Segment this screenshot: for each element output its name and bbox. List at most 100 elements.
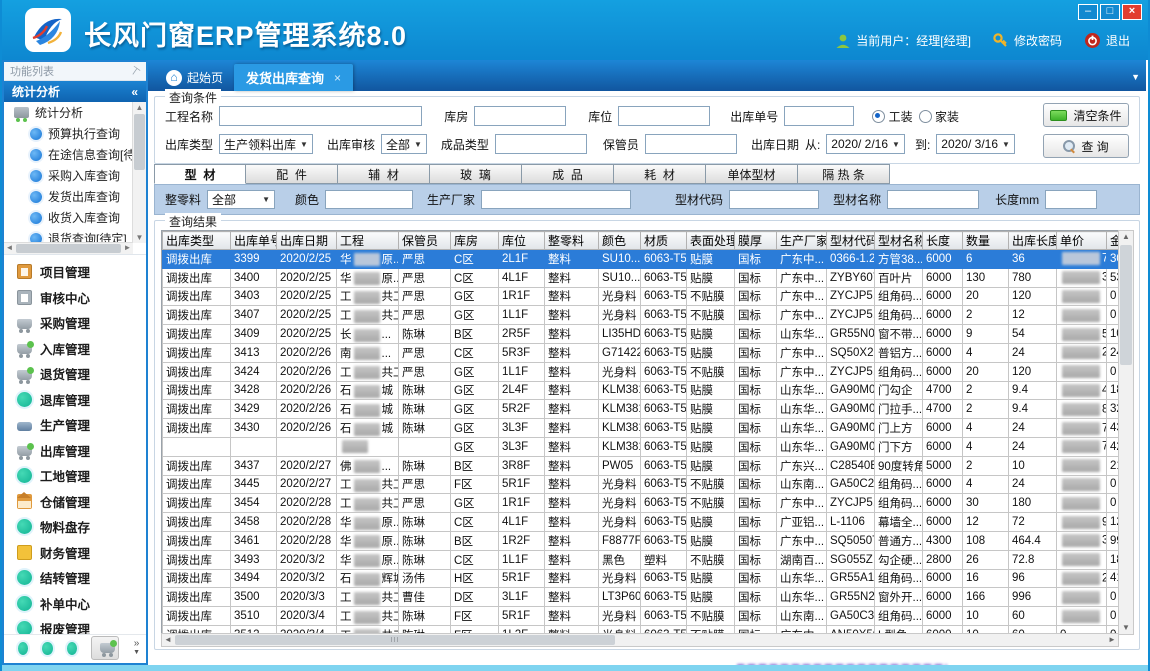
subtab-0[interactable]: 型 材 (154, 164, 246, 184)
tab-list-dropdown-icon[interactable]: ▼ (1131, 72, 1140, 82)
sidebar-menu-item-1[interactable]: 审核中心 (4, 285, 146, 311)
tree-vertical-scrollbar[interactable]: ▲ ▼ (132, 102, 146, 243)
column-header[interactable]: 数量 (963, 232, 1009, 250)
clear-conditions-button[interactable]: 清空条件 (1043, 103, 1129, 127)
project-name-input[interactable] (219, 106, 422, 126)
table-row[interactable]: 调拨出库34092020/2/25长...陈琳B区2R5F整料LI35HD606… (163, 325, 1120, 344)
subtab-3[interactable]: 玻 璃 (430, 164, 522, 184)
tree-item-2[interactable]: 采购入库查询 (4, 165, 133, 186)
table-row[interactable]: 调拨出库34032020/2/25工共工程严思G区1R1F整料光身料6063-T… (163, 287, 1120, 306)
column-header[interactable]: 库房 (451, 232, 499, 250)
logout-button[interactable]: 退出 (1084, 32, 1130, 49)
table-row[interactable]: 调拨出库34372020/2/27佛...陈琳B区3R8F整料PW056063-… (163, 456, 1120, 475)
radio-jiazhuang[interactable] (919, 110, 932, 123)
sidebar-menu-item-10[interactable]: 物料盘存 (4, 514, 146, 540)
scroll-thumb[interactable]: ΙΙΙ (175, 635, 615, 645)
table-row[interactable]: 调拨出库34612020/2/28华原...陈琳B区1R2F整料F8877FT6… (163, 531, 1120, 550)
column-header[interactable]: 单价 (1057, 232, 1107, 250)
tree-item-1[interactable]: 在途信息查询[待 (4, 144, 133, 165)
table-row[interactable]: 调拨出库34282020/2/26石城陈琳G区2L4F整料KLM38176063… (163, 381, 1120, 400)
tree-item-0[interactable]: 预算执行查询 (4, 123, 133, 144)
tab-home[interactable]: ⌂ 起始页 (154, 64, 235, 91)
table-row[interactable]: 调拨出库34072020/2/25工共工程严思G区1L1F整料光身料6063-T… (163, 306, 1120, 325)
color-input[interactable] (325, 190, 413, 209)
scroll-right-icon[interactable]: ► (1106, 634, 1118, 646)
sidebar-menu-item-2[interactable]: 采购管理 (4, 310, 146, 336)
column-header[interactable]: 整零料 (545, 232, 599, 250)
sidebar-menu-item-7[interactable]: 出库管理 (4, 438, 146, 464)
scroll-thumb[interactable] (134, 114, 145, 170)
table-row[interactable]: 调拨出库34002020/2/25华原...严思C区4L1F整料SU10...6… (163, 268, 1120, 287)
maximize-button[interactable]: □ (1100, 4, 1120, 20)
sidebar-menu-item-0[interactable]: 项目管理 (4, 259, 146, 285)
date-from-select[interactable]: 2020/ 2/16▼ (826, 134, 905, 154)
column-header[interactable]: 出库类型 (163, 232, 231, 250)
whole-part-select[interactable]: 全部▼ (207, 190, 275, 209)
stats-panel-header[interactable]: 统计分析 « (4, 81, 146, 102)
collapse-icon[interactable]: « (131, 85, 138, 99)
column-header[interactable]: 工程 (337, 232, 399, 250)
tab-shipment-query[interactable]: 发货出库查询 × (234, 64, 353, 91)
keeper-input[interactable] (645, 134, 737, 154)
close-button[interactable]: × (1122, 4, 1142, 20)
table-row[interactable]: 调拨出库35102020/3/4工共工程陈琳F区5R1F整料光身料6063-T5… (163, 607, 1120, 626)
maker-input[interactable] (481, 190, 631, 209)
minimize-button[interactable]: – (1078, 4, 1098, 20)
table-row[interactable]: 调拨出库34582020/2/28华原...陈琳C区4L1F整料光身料6063-… (163, 513, 1120, 532)
column-header[interactable]: 出库日期 (277, 232, 337, 250)
column-header[interactable]: 材质 (641, 232, 687, 250)
sidebar-menu-item-3[interactable]: 入库管理 (4, 336, 146, 362)
column-header[interactable]: 保管员 (399, 232, 451, 250)
table-row[interactable]: 调拨出库34132020/2/26南...严思C区5R3F整料G71422606… (163, 343, 1120, 362)
table-row[interactable]: 调拨出库33992020/2/25华原...严思C区2L1F整料SU10...6… (163, 250, 1120, 269)
table-row[interactable]: 调拨出库34452020/2/27工共工程严思F区5R1F整料光身料6063-T… (163, 475, 1120, 494)
out-no-input[interactable] (784, 106, 854, 126)
tree-item-3[interactable]: 发货出库查询 (4, 186, 133, 207)
sidebar-menu-item-11[interactable]: 财务管理 (4, 540, 146, 566)
pin-icon[interactable]: ⊤ (128, 63, 143, 79)
out-audit-select[interactable]: 全部▼ (381, 134, 427, 154)
out-type-select[interactable]: 生产领料出库▼ (219, 134, 313, 154)
table-row[interactable]: 调拨出库34302020/2/26石城陈琳G区3L3F整料KLM38176063… (163, 419, 1120, 438)
column-header[interactable]: 型材名称 (875, 232, 923, 250)
change-password-button[interactable]: 修改密码 (993, 32, 1062, 49)
column-header[interactable]: 颜色 (599, 232, 641, 250)
subtab-4[interactable]: 成 品 (522, 164, 614, 184)
tree-root[interactable]: 统计分析 (4, 102, 133, 123)
column-header[interactable]: 生产厂家 (777, 232, 827, 250)
sidebar-menu-item-12[interactable]: 结转管理 (4, 565, 146, 591)
scroll-thumb[interactable] (16, 244, 121, 253)
sidebar-menu-item-9[interactable]: 仓储管理 (4, 489, 146, 515)
column-header[interactable]: 出库长度 (1009, 232, 1057, 250)
tree-horizontal-scrollbar[interactable]: ◄ ► (4, 242, 133, 254)
code-input[interactable] (729, 190, 819, 209)
table-row[interactable]: 调拨出库34292020/2/26石城陈琳G区5R2F整料KLM38176063… (163, 400, 1120, 419)
location-input[interactable] (618, 106, 710, 126)
table-row[interactable]: G区3L3F整料KLM38176063-T5贴膜国标山东华...GA90M09.… (163, 437, 1120, 456)
scroll-down-icon[interactable]: ▼ (1119, 622, 1133, 634)
scroll-down-icon[interactable]: ▼ (133, 232, 146, 243)
quick-cart-button[interactable] (91, 636, 119, 660)
column-header[interactable]: 表面处理 (687, 232, 735, 250)
quick-circle-icon[interactable] (18, 642, 28, 655)
sidebar-menu-item-4[interactable]: 退货管理 (4, 361, 146, 387)
length-input[interactable] (1045, 190, 1097, 209)
subtab-7[interactable]: 隔 热 条 (798, 164, 890, 184)
scroll-up-icon[interactable]: ▲ (133, 102, 146, 113)
table-row[interactable]: 调拨出库34932020/3/2华原...陈琳C区1L1F整料黑色塑料不贴膜国标… (163, 550, 1120, 569)
quick-circle-icon[interactable] (42, 642, 52, 655)
table-vertical-scrollbar[interactable]: ▲ ▼ (1118, 230, 1134, 635)
radio-gongzhuang[interactable] (872, 110, 885, 123)
sidebar-menu-item-8[interactable]: 工地管理 (4, 463, 146, 489)
table-row[interactable]: 调拨出库34242020/2/26工共工程严思G区1L1F整料光身料6063-T… (163, 362, 1120, 381)
scroll-right-icon[interactable]: ► (122, 243, 133, 253)
column-header[interactable]: 出库单号 (231, 232, 277, 250)
tree-item-5[interactable]: 退货查询[待定] (4, 228, 133, 243)
column-header[interactable]: 膜厚 (735, 232, 777, 250)
tab-close-icon[interactable]: × (334, 71, 341, 85)
scroll-up-icon[interactable]: ▲ (1119, 231, 1133, 243)
tree-item-4[interactable]: 收货入库查询 (4, 207, 133, 228)
search-button[interactable]: 查 询 (1043, 134, 1129, 158)
subtab-5[interactable]: 耗 材 (614, 164, 706, 184)
more-button[interactable]: »▼ (133, 640, 140, 657)
